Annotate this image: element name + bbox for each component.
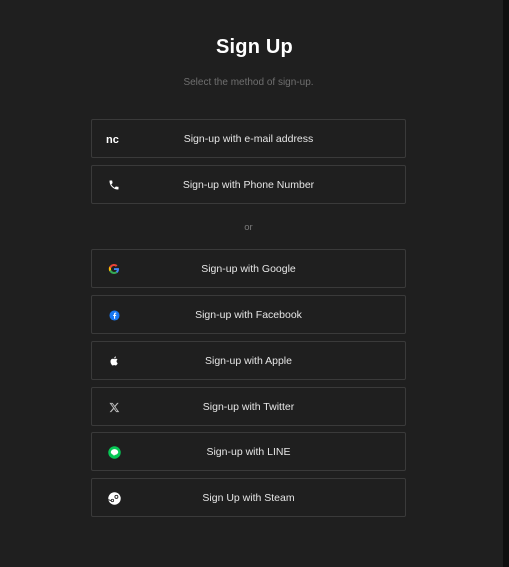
signup-twitter-label: Sign-up with Twitter xyxy=(202,401,295,413)
signup-apple-button[interactable]: Sign-up with Apple xyxy=(91,341,406,380)
page-subtitle: Select the method of sign-up. xyxy=(183,77,314,88)
signup-twitter-button[interactable]: Sign-up with Twitter xyxy=(91,387,406,426)
signup-facebook-button[interactable]: Sign-up with Facebook xyxy=(91,295,406,334)
signup-facebook-label: Sign-up with Facebook xyxy=(195,309,302,321)
signup-line-button[interactable]: Sign-up with LINE xyxy=(91,432,406,471)
signup-steam-button[interactable]: Sign Up with Steam xyxy=(91,478,406,517)
window-edge xyxy=(503,0,509,567)
signup-steam-label: Sign Up with Steam xyxy=(202,492,295,504)
signup-apple-label: Sign-up with Apple xyxy=(205,355,292,367)
or-divider: or xyxy=(244,222,253,233)
signup-google-button[interactable]: Sign-up with Google xyxy=(91,249,406,288)
signup-line-label: Sign-up with LINE xyxy=(206,446,291,458)
signup-google-label: Sign-up with Google xyxy=(201,263,296,275)
page-title: Sign Up xyxy=(216,36,293,58)
signup-panel: Sign Up Select the method of sign-up. nc… xyxy=(0,0,509,567)
signup-phone-label: Sign-up with Phone Number xyxy=(182,179,315,191)
signup-email-button[interactable]: nc Sign-up with e-mail address xyxy=(91,119,406,158)
signup-email-label: Sign-up with e-mail address xyxy=(183,133,314,145)
signup-phone-button[interactable]: Sign-up with Phone Number xyxy=(91,165,406,204)
